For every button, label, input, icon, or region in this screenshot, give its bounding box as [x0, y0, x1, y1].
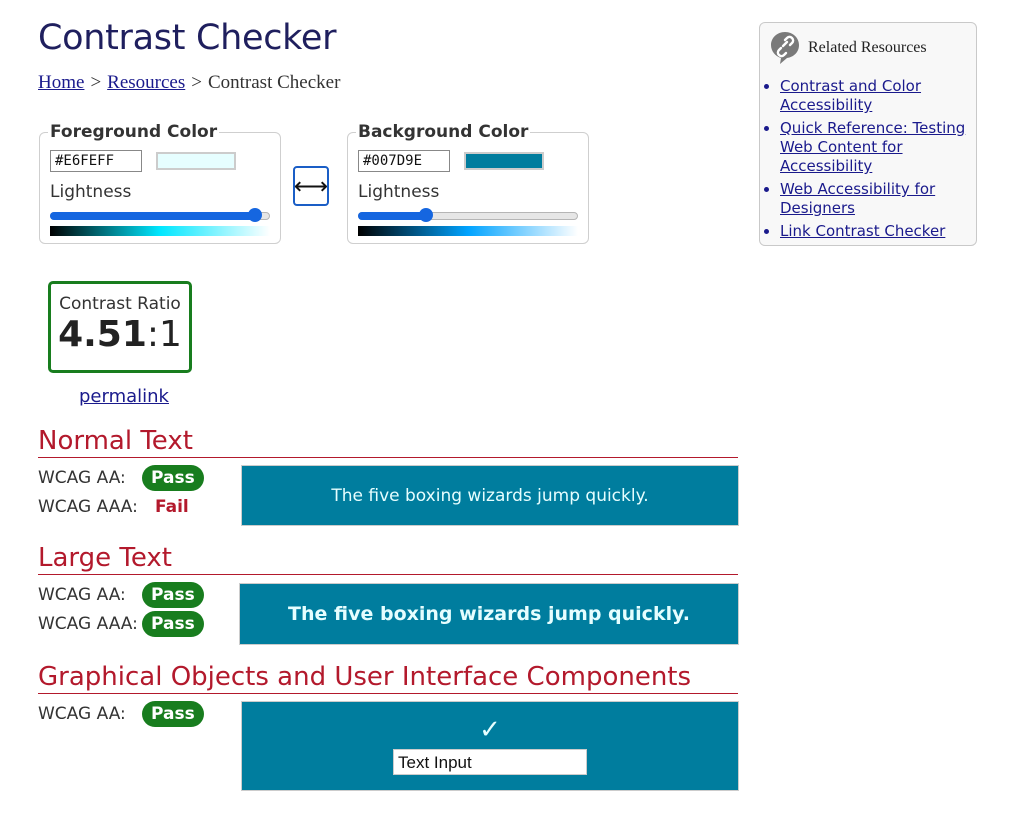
- swap-colors-button[interactable]: ⟷: [293, 166, 329, 206]
- slider-fill: [50, 212, 255, 220]
- related-link-item: Contrast and Color Accessibility: [780, 77, 976, 115]
- slider-thumb[interactable]: [247, 208, 262, 222]
- background-color-legend: Background Color: [358, 122, 529, 142]
- large-aa-row: WCAG AA: Pass: [38, 582, 204, 608]
- related-link-item: Web Accessibility for Designers: [780, 180, 976, 218]
- contrast-ratio-value: 4.51:1: [51, 314, 189, 355]
- ui-aa-result-badge: Pass: [142, 701, 204, 727]
- background-color-picker[interactable]: [464, 152, 544, 170]
- page-title: Contrast Checker: [38, 18, 337, 58]
- normal-aaa-row: WCAG AAA: Fail: [38, 494, 198, 520]
- breadcrumb-current: Contrast Checker: [207, 72, 341, 93]
- breadcrumb: Home > Resources > Contrast Checker: [38, 72, 340, 94]
- ui-aa-label: WCAG AA:: [38, 704, 126, 724]
- normal-sample-text: The five boxing wizards jump quickly.: [331, 485, 649, 506]
- contrast-ratio-number: 4.51: [58, 314, 147, 355]
- related-link-link-contrast-checker[interactable]: Link Contrast Checker: [780, 222, 945, 240]
- related-resources-title: Related Resources: [808, 39, 927, 56]
- large-aaa-row: WCAG AAA: Pass: [38, 611, 204, 637]
- slider-fill: [358, 212, 427, 220]
- normal-aaa-label: WCAG AAA:: [38, 497, 138, 517]
- related-resources-panel: Related Resources Contrast and Color Acc…: [759, 22, 977, 246]
- background-hex-input[interactable]: [358, 150, 450, 172]
- breadcrumb-separator: >: [191, 72, 202, 93]
- breadcrumb-home-link[interactable]: Home: [38, 72, 84, 93]
- large-text-heading: Large Text: [38, 542, 738, 575]
- breadcrumb-separator: >: [90, 72, 102, 93]
- background-lightness-gradient: [358, 226, 578, 236]
- large-text-sample: The five boxing wizards jump quickly.: [239, 583, 739, 645]
- contrast-ratio-suffix: :1: [146, 314, 182, 355]
- breadcrumb-resources-link[interactable]: Resources: [107, 72, 185, 93]
- related-link-quick-reference[interactable]: Quick Reference: Testing Web Content for…: [780, 119, 965, 175]
- ui-components-heading: Graphical Objects and User Interface Com…: [38, 661, 738, 694]
- contrast-ratio-box: Contrast Ratio 4.51:1: [48, 281, 192, 373]
- related-link-web-accessibility-designers[interactable]: Web Accessibility for Designers: [780, 180, 935, 217]
- normal-aa-row: WCAG AA: Pass: [38, 465, 204, 491]
- foreground-hex-input[interactable]: [50, 150, 142, 172]
- large-aa-result-badge: Pass: [142, 582, 204, 608]
- background-color-group: Background Color Lightness: [347, 122, 589, 244]
- foreground-lightness-label: Lightness: [50, 182, 132, 202]
- foreground-color-legend: Foreground Color: [50, 122, 218, 142]
- normal-aa-label: WCAG AA:: [38, 468, 126, 488]
- large-sample-text: The five boxing wizards jump quickly.: [288, 603, 690, 625]
- large-aaa-result-badge: Pass: [142, 611, 204, 637]
- related-link-contrast-color-accessibility[interactable]: Contrast and Color Accessibility: [780, 77, 921, 114]
- foreground-color-group: Foreground Color Lightness: [39, 122, 281, 244]
- background-lightness-slider[interactable]: [358, 208, 578, 222]
- sample-text-input[interactable]: Text Input: [393, 749, 587, 775]
- link-icon: [771, 32, 799, 64]
- normal-aaa-result-badge: Fail: [155, 497, 189, 517]
- ui-components-sample: ✓ Text Input: [241, 701, 739, 791]
- permalink-link[interactable]: permalink: [79, 386, 169, 407]
- foreground-lightness-gradient: [50, 226, 270, 236]
- foreground-lightness-slider[interactable]: [50, 208, 270, 222]
- related-link-item: Link Contrast Checker: [780, 222, 976, 241]
- foreground-color-picker[interactable]: [156, 152, 236, 170]
- large-aa-label: WCAG AA:: [38, 585, 126, 605]
- normal-aa-result-badge: Pass: [142, 465, 204, 491]
- ui-aa-row: WCAG AA: Pass: [38, 701, 204, 727]
- swap-arrows-icon: ⟷: [293, 172, 329, 200]
- background-lightness-label: Lightness: [358, 182, 440, 202]
- related-link-item: Quick Reference: Testing Web Content for…: [780, 119, 976, 176]
- checkmark-icon: ✓: [479, 715, 501, 745]
- normal-text-heading: Normal Text: [38, 425, 738, 458]
- contrast-ratio-label: Contrast Ratio: [59, 294, 181, 314]
- normal-text-sample: The five boxing wizards jump quickly.: [241, 465, 739, 526]
- large-aaa-label: WCAG AAA:: [38, 614, 138, 634]
- related-links-list: Contrast and Color Accessibility Quick R…: [760, 77, 976, 241]
